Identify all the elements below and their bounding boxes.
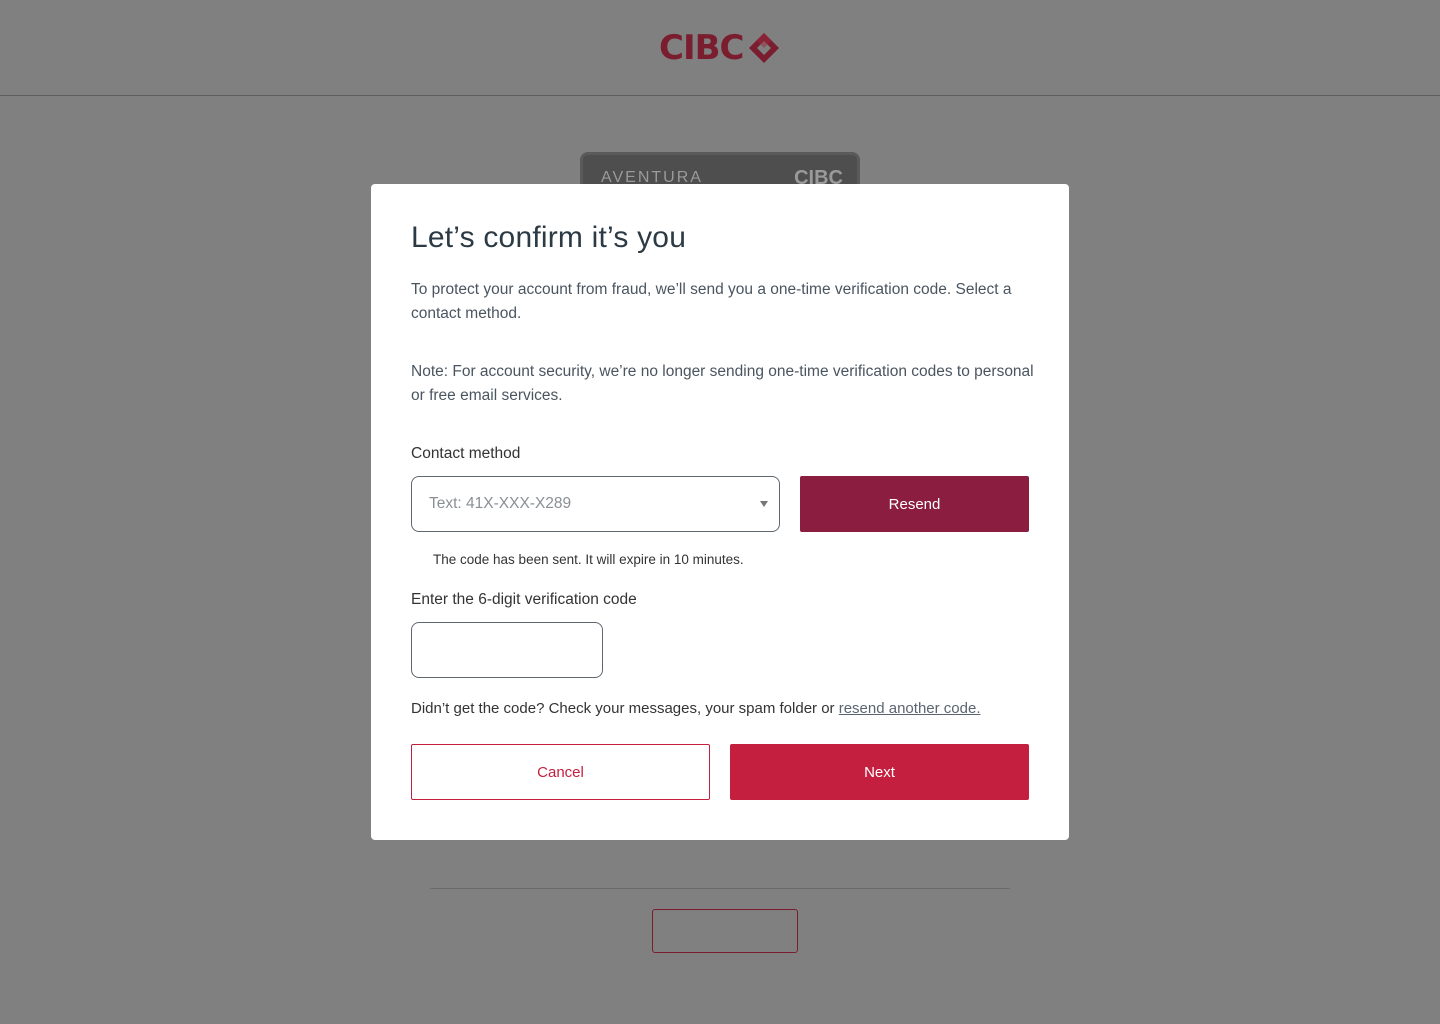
help-text: Didn’t get the code? Check your messages… xyxy=(411,700,981,717)
resend-another-code-link[interactable]: resend another code. xyxy=(839,700,981,717)
intro-text: To protect your account from fraud, we’l… xyxy=(411,281,1012,322)
contact-method-select[interactable]: Text: 41X-XXX-X289 xyxy=(411,476,780,532)
contact-method-value: Text: 41X-XXX-X289 xyxy=(429,495,572,512)
verification-code-label: Enter the 6-digit verification code xyxy=(411,591,637,608)
note-text: Note: For account security, we’re no lon… xyxy=(411,363,1034,404)
next-button[interactable]: Next xyxy=(730,744,1029,800)
cibc-diamond-icon xyxy=(749,33,780,63)
background-button xyxy=(652,909,798,953)
page-header: CIBC xyxy=(0,0,1440,96)
resend-button[interactable]: Resend xyxy=(800,476,1029,532)
background-divider xyxy=(430,888,1010,889)
verification-modal: Let’s confirm it’s you To protect your a… xyxy=(371,184,1069,840)
cancel-button[interactable]: Cancel xyxy=(411,744,710,800)
contact-method-label: Contact method xyxy=(411,445,521,462)
code-sent-message: The code has been sent. It will expire i… xyxy=(433,552,744,567)
cibc-logo: CIBC xyxy=(659,28,781,68)
chevron-down-icon xyxy=(760,501,768,507)
logo-text: CIBC xyxy=(659,28,744,68)
verification-code-input[interactable] xyxy=(411,622,603,678)
modal-title: Let’s confirm it’s you xyxy=(411,221,687,254)
help-text-body: Didn’t get the code? Check your messages… xyxy=(411,700,839,717)
